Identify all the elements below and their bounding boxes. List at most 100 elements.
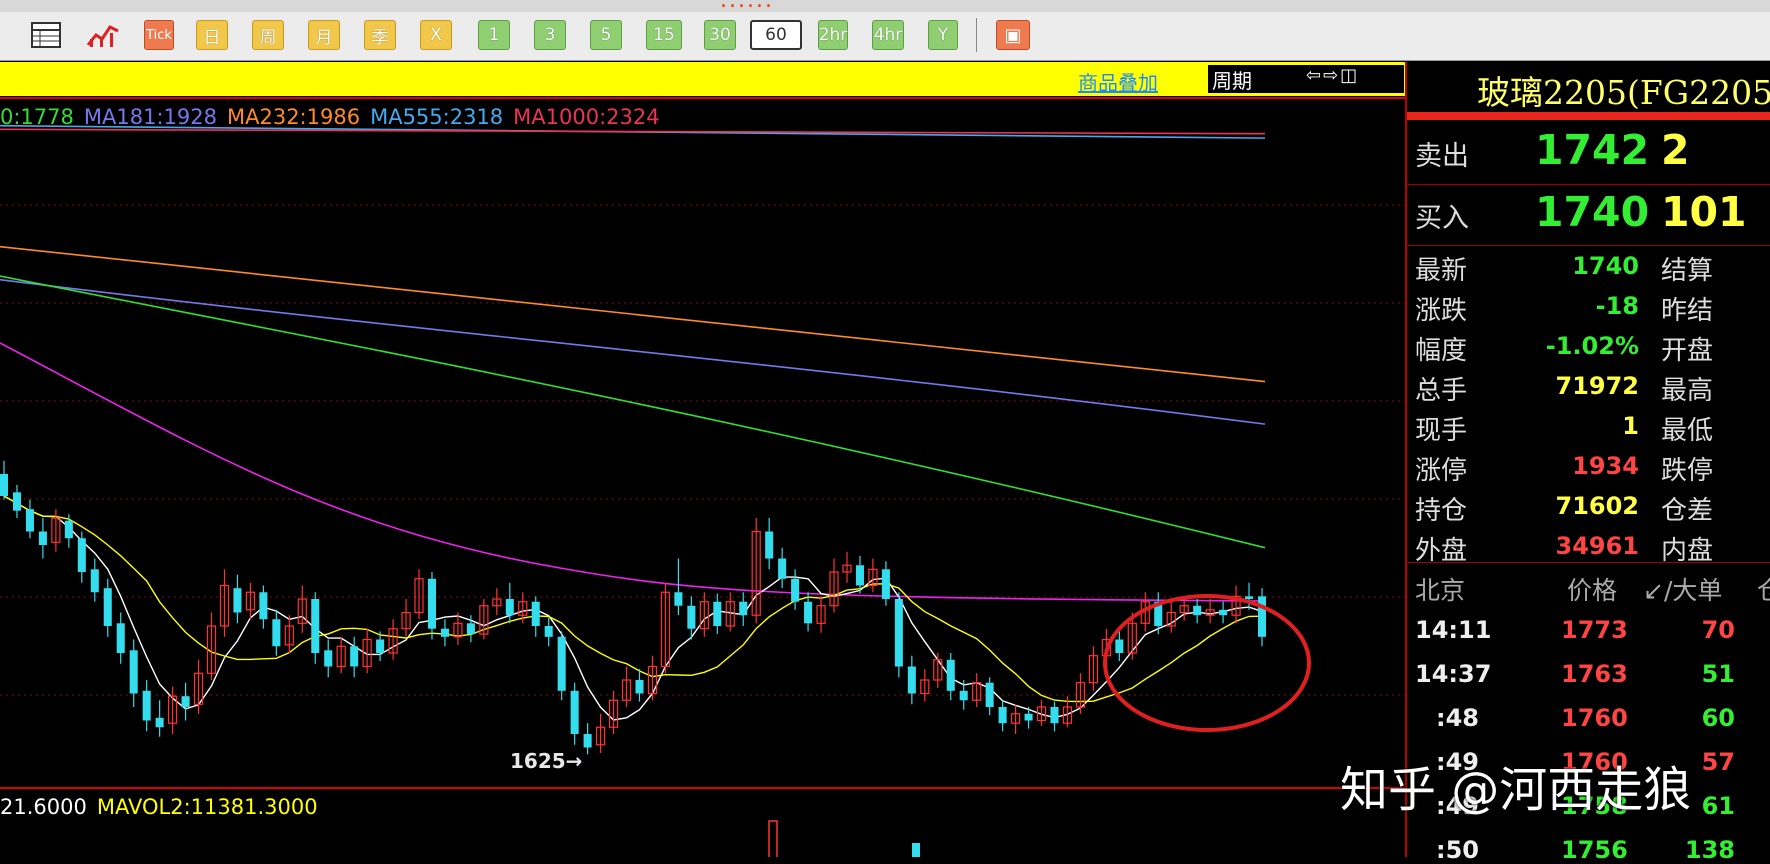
commodity-overlay-link[interactable]: 商品叠加	[1078, 67, 1158, 96]
period-button-6[interactable]: X	[420, 20, 452, 50]
period-button-12[interactable]: 60	[750, 20, 802, 50]
candle-body	[894, 599, 903, 667]
ma-legend-item: MA555:2318	[370, 105, 504, 129]
quote-value: 71972	[1555, 372, 1640, 400]
period-button-7[interactable]: 1	[478, 20, 510, 50]
buy-price: 1740	[1535, 188, 1650, 236]
period-button-9[interactable]: 5	[590, 20, 622, 50]
candle-body	[674, 592, 683, 606]
ma-legend: 0:1778 MA181:1928 MA232:1986 MA555:2318 MA10…	[0, 105, 670, 129]
quote-value: -1.02%	[1545, 332, 1639, 360]
candle-body	[531, 601, 540, 626]
buy-label: 买入	[1415, 203, 1469, 234]
ma-legend-item: MA181:1928	[83, 105, 217, 129]
period-toolbar: Tick 日周月季 X 1 3 5 15 30 60 2hr 4hr Y ▣	[0, 12, 1770, 61]
tick-price: 1760	[1561, 704, 1628, 732]
quote-label: 涨跌	[1415, 296, 1468, 326]
candle-body	[907, 666, 916, 694]
period-button-1[interactable]: Tick	[144, 20, 174, 50]
period-button-2[interactable]: 日	[196, 20, 228, 50]
ma-legend-item: 0:1778	[0, 105, 74, 129]
ma-line-short-white	[3, 495, 1263, 721]
ticks-header-time: 北京	[1415, 576, 1466, 605]
period-button-5[interactable]: 季	[364, 20, 396, 50]
kline-chart[interactable]: 1625→	[0, 98, 1405, 857]
quote-label: 总手	[1415, 376, 1468, 406]
candle-body	[116, 623, 125, 653]
toolbar-divider	[976, 18, 977, 52]
volume-bar	[912, 843, 920, 857]
candle-body	[1245, 596, 1254, 599]
title-underline	[1407, 112, 1770, 120]
candle-body	[778, 558, 787, 579]
tick-volume: 51	[1701, 660, 1735, 688]
chart-header-bar: 商品叠加 周期 ⇦⇨◫	[0, 62, 1405, 96]
candle-body	[233, 588, 242, 613]
quote-value: 71602	[1555, 492, 1640, 520]
candle-body	[739, 601, 748, 616]
ma-line-green	[0, 275, 1266, 549]
candle-body	[687, 605, 696, 629]
quote-value: 34961	[1555, 532, 1640, 560]
volume-legend-item: 21.6000	[0, 795, 87, 819]
buy-qty: 101	[1661, 188, 1747, 236]
candle-body	[259, 592, 268, 620]
volume-legend-item: MAVOL2:11381.3000	[96, 795, 318, 819]
candle-body	[855, 565, 864, 586]
tick-time: :48	[1436, 704, 1479, 732]
tick-time: 14:11	[1415, 616, 1492, 644]
candle-body	[881, 569, 890, 599]
period-button-3[interactable]: 周	[252, 20, 284, 50]
volume-legend: 21.6000 MAVOL2:11381.3000	[0, 795, 328, 819]
candle-body	[311, 599, 320, 653]
candle-body	[804, 601, 813, 624]
candle-body	[544, 626, 553, 637]
period-button-15[interactable]: Y	[928, 20, 958, 50]
tick-volume: 138	[1684, 836, 1735, 864]
candle-body	[505, 599, 514, 616]
candle-body	[946, 659, 955, 691]
candle-body	[765, 531, 774, 559]
period-label[interactable]: 周期	[1208, 65, 1306, 93]
ticks-header-oi: 仓	[1757, 576, 1770, 605]
quote-value: 1740	[1572, 252, 1639, 280]
kline-chart-icon[interactable]	[84, 20, 122, 50]
period-button-4[interactable]: 月	[308, 20, 340, 50]
candle-body	[350, 646, 359, 667]
candle-body	[713, 601, 722, 626]
candle-body	[583, 734, 592, 748]
candle-body	[155, 717, 164, 728]
ma-line-magenta	[0, 342, 1266, 602]
nav-arrows-icon[interactable]: ⇦⇨◫	[1306, 65, 1404, 93]
period-button-13[interactable]: 2hr	[818, 20, 848, 50]
candle-body	[998, 707, 1007, 724]
table-view-icon[interactable]	[28, 20, 64, 50]
candle-body	[1115, 639, 1124, 653]
quote-label-secondary: 最高	[1661, 376, 1714, 406]
period-button-10[interactable]: 15	[646, 20, 682, 50]
quote-label-secondary: 跌停	[1661, 456, 1714, 486]
period-button-14[interactable]: 4hr	[872, 20, 904, 50]
ma-line-ma1000	[0, 128, 1266, 135]
period-button-11[interactable]: 30	[704, 20, 736, 50]
quote-label: 幅度	[1415, 336, 1468, 366]
window-title-strip: ......	[0, 0, 1770, 12]
period-button-8[interactable]: 3	[534, 20, 566, 50]
frame-icon[interactable]: ▣	[996, 20, 1030, 50]
candle-body	[64, 520, 73, 539]
window-title-fragment: ......	[720, 0, 774, 12]
volume-bar	[768, 820, 778, 857]
candle-body	[440, 628, 449, 637]
candle-body	[0, 474, 9, 496]
candle-body	[129, 650, 138, 694]
candle-body	[635, 680, 644, 694]
candle-body	[77, 538, 86, 572]
candle-body	[1024, 713, 1033, 721]
sell-price: 1742	[1535, 126, 1650, 174]
quote-label-secondary: 昨结	[1661, 296, 1714, 326]
candle-body	[103, 588, 112, 626]
candle-body	[376, 639, 385, 653]
tick-price: 1763	[1561, 660, 1628, 688]
candle-body	[25, 509, 34, 532]
tick-time: 14:37	[1415, 660, 1492, 688]
